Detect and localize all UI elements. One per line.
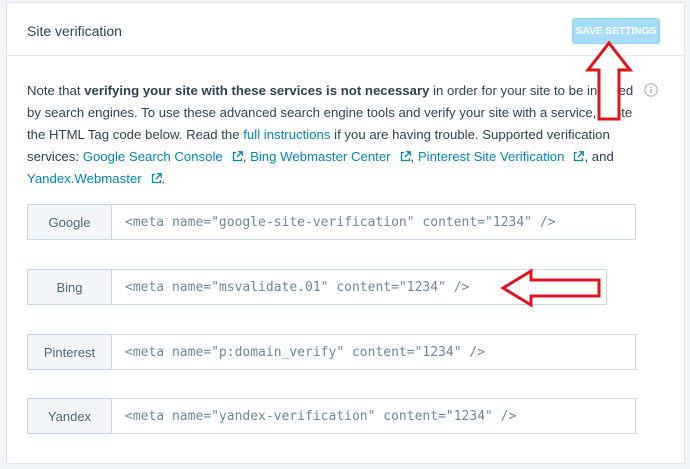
external-link-icon[interactable] <box>232 151 243 162</box>
pinterest-verification-input[interactable]: <meta name="p:domain_verify" content="12… <box>112 335 635 369</box>
yandex-label: Yandex <box>28 399 112 433</box>
pinterest-verification-row: Pinterest <meta name="p:domain_verify" c… <box>27 334 636 370</box>
desc-text: . <box>161 171 166 186</box>
google-search-console-link[interactable]: Google Search Console <box>83 149 223 164</box>
verification-description: Note that verifying your site with these… <box>27 80 637 190</box>
info-icon[interactable] <box>644 83 658 97</box>
site-verification-card: Site verification SAVE SETTINGS Note tha… <box>6 2 685 464</box>
desc-text: , <box>410 149 418 164</box>
google-verification-input[interactable]: <meta name="google-site-verification" co… <box>112 205 635 239</box>
google-verification-row: Google <meta name="google-site-verificat… <box>27 204 636 240</box>
card-title: Site verification <box>27 23 122 39</box>
google-label: Google <box>28 205 112 239</box>
external-link-icon[interactable] <box>151 173 162 184</box>
desc-bold-text: verifying your site with these services … <box>84 83 430 98</box>
desc-text: Note that <box>27 83 85 98</box>
full-instructions-link[interactable]: full instructions <box>243 127 330 142</box>
yandex-verification-row: Yandex <meta name="yandex-verification" … <box>27 398 636 434</box>
desc-text: , <box>242 149 251 164</box>
pinterest-label: Pinterest <box>28 335 112 369</box>
card-header: Site verification SAVE SETTINGS <box>7 3 684 56</box>
external-link-icon[interactable] <box>573 151 585 162</box>
bing-label: Bing <box>28 270 112 304</box>
red-arrow-up-annotation <box>585 40 633 121</box>
pinterest-verification-link[interactable]: Pinterest Site Verification <box>418 149 565 164</box>
external-link-icon[interactable] <box>400 151 411 162</box>
yandex-verification-input[interactable]: <meta name="yandex-verification" content… <box>112 399 635 433</box>
desc-text: , and <box>584 149 614 164</box>
red-arrow-left-annotation <box>500 268 601 308</box>
yandex-webmaster-link[interactable]: Yandex.Webmaster <box>27 171 142 186</box>
bing-webmaster-link[interactable]: Bing Webmaster Center <box>250 149 390 164</box>
